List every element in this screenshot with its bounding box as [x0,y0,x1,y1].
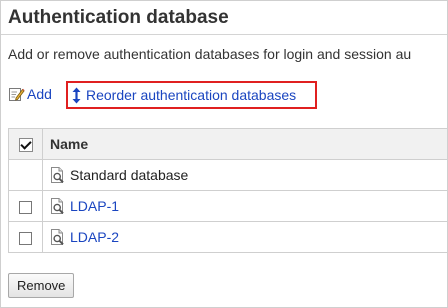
name-column-header: Name [42,128,447,160]
database-detail-icon [51,197,64,214]
row-checkbox[interactable] [19,200,32,214]
row-name-cell: Standard database [42,159,447,191]
page-title: Authentication database [8,7,229,28]
table-row: LDAP-2 [8,221,447,253]
row-name-cell: LDAP-1 [42,190,447,222]
add-button[interactable]: Add [8,86,52,102]
page-description: Add or remove authentication databases f… [8,46,412,62]
row-check-cell [8,221,43,253]
database-link[interactable]: LDAP-2 [70,229,119,245]
database-detail-icon [51,228,64,245]
title-divider [1,34,447,35]
table-row: Standard database [8,159,447,191]
select-all-cell [8,128,43,160]
row-check-cell [8,190,43,222]
add-label: Add [27,86,52,102]
databases-table: Name Standard database LDAP-1 LDAP-2 [8,128,447,253]
row-name-cell: LDAP-2 [42,221,447,253]
reorder-label: Reorder authentication databases [86,87,297,103]
row-checkbox[interactable] [19,231,32,245]
select-all-checkbox[interactable] [18,138,33,153]
reorder-databases-link[interactable]: Reorder authentication databases [66,81,317,109]
table-row: LDAP-1 [8,190,447,222]
edit-note-icon [9,88,25,101]
table-header-row: Name [8,128,447,160]
page-frame: Authentication database Add or remove au… [0,0,448,308]
database-name: Standard database [70,167,189,183]
row-check-cell [8,159,43,191]
database-link[interactable]: LDAP-1 [70,198,119,214]
remove-button[interactable]: Remove [8,273,75,298]
database-detail-icon [51,166,64,183]
up-down-arrow-icon [72,87,81,103]
